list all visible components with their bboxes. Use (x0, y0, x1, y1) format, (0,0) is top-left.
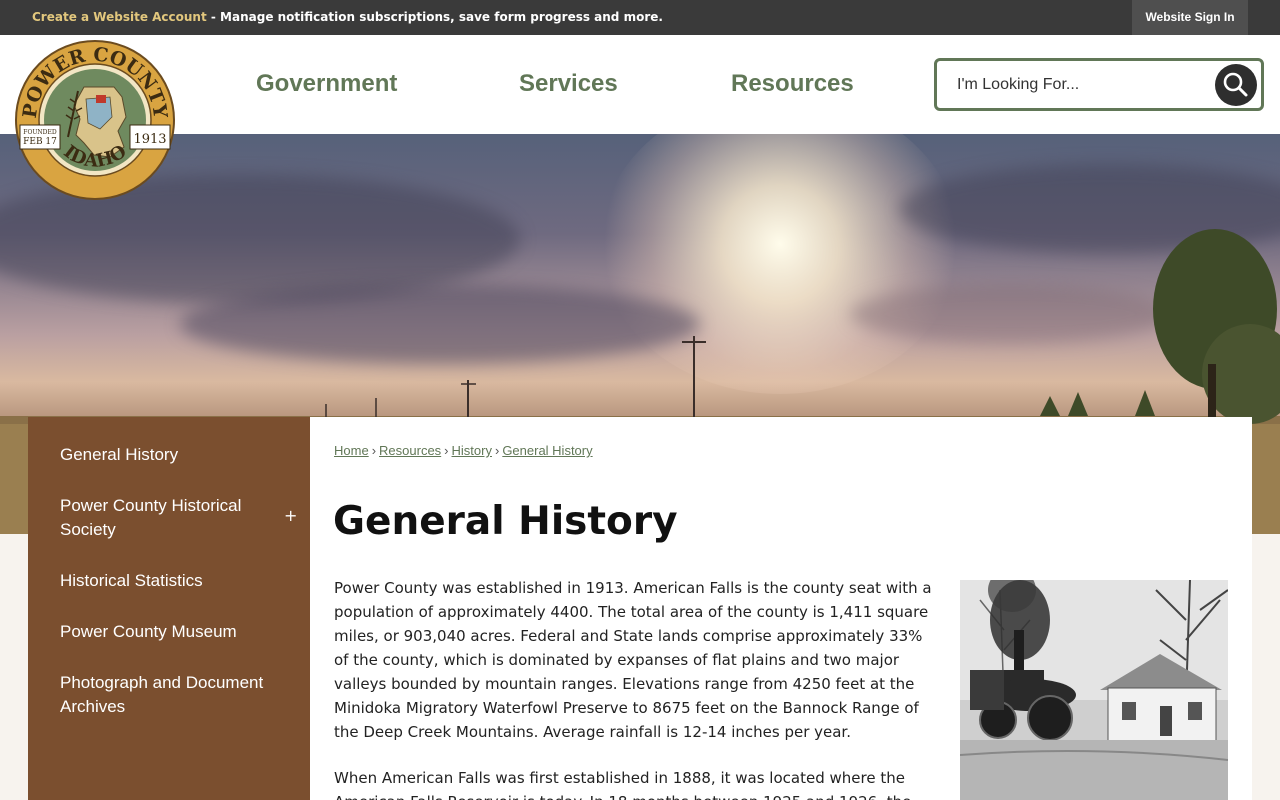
breadcrumb: Home › Resources › History › General History (334, 443, 593, 458)
historical-photo (960, 580, 1228, 800)
county-logo[interactable]: POWER COUNTY IDAHO FOUNDED FEB 17 1913 (14, 39, 176, 201)
search-icon (1223, 72, 1248, 97)
section-sidebar: General History Power County Historical … (28, 417, 310, 800)
breadcrumb-general-history[interactable]: General History (502, 443, 592, 458)
nav-government[interactable]: Government (256, 70, 397, 98)
logo-founded-text: FOUNDED (23, 129, 57, 136)
search-input[interactable] (957, 73, 1207, 97)
account-message: Create a Website Account - Manage notifi… (32, 10, 663, 24)
nav-resources[interactable]: Resources (731, 70, 854, 98)
breadcrumb-separator: › (494, 443, 500, 458)
logo-founded-date: FEB 17 (23, 137, 57, 147)
search-button[interactable] (1215, 64, 1257, 106)
sidebar-item-general-history[interactable]: General History (60, 443, 270, 467)
breadcrumb-history[interactable]: History (452, 443, 492, 458)
body-paragraph-1: Power County was established in 1913. Am… (334, 579, 932, 741)
create-account-link[interactable]: Create a Website Account (32, 10, 207, 24)
body-paragraph-2: When American Falls was first establishe… (334, 769, 911, 800)
website-sign-in-button[interactable]: Website Sign In (1132, 0, 1248, 35)
breadcrumb-home[interactable]: Home (334, 443, 369, 458)
nav-services[interactable]: Services (519, 70, 618, 98)
sidebar-item-photo-archives[interactable]: Photograph and Document Archives (60, 671, 270, 719)
main-content: Home › Resources › History › General History G… (310, 417, 1252, 800)
breadcrumb-resources[interactable]: Resources (379, 443, 441, 458)
sidebar-item-historical-society[interactable]: Power County Historical Society (60, 494, 270, 542)
sidebar-item-county-museum[interactable]: Power County Museum (60, 620, 270, 644)
account-message-text: - Manage notification subscriptions, sav… (206, 10, 663, 24)
logo-year: 1913 (133, 132, 166, 147)
utility-bar: Create a Website Account - Manage notifi… (0, 0, 1280, 35)
page-title: General History (333, 499, 678, 544)
expand-plus-icon[interactable]: + (284, 506, 297, 525)
sidebar-item-historical-statistics[interactable]: Historical Statistics (60, 569, 270, 593)
breadcrumb-separator: › (371, 443, 377, 458)
breadcrumb-separator: › (444, 443, 449, 458)
